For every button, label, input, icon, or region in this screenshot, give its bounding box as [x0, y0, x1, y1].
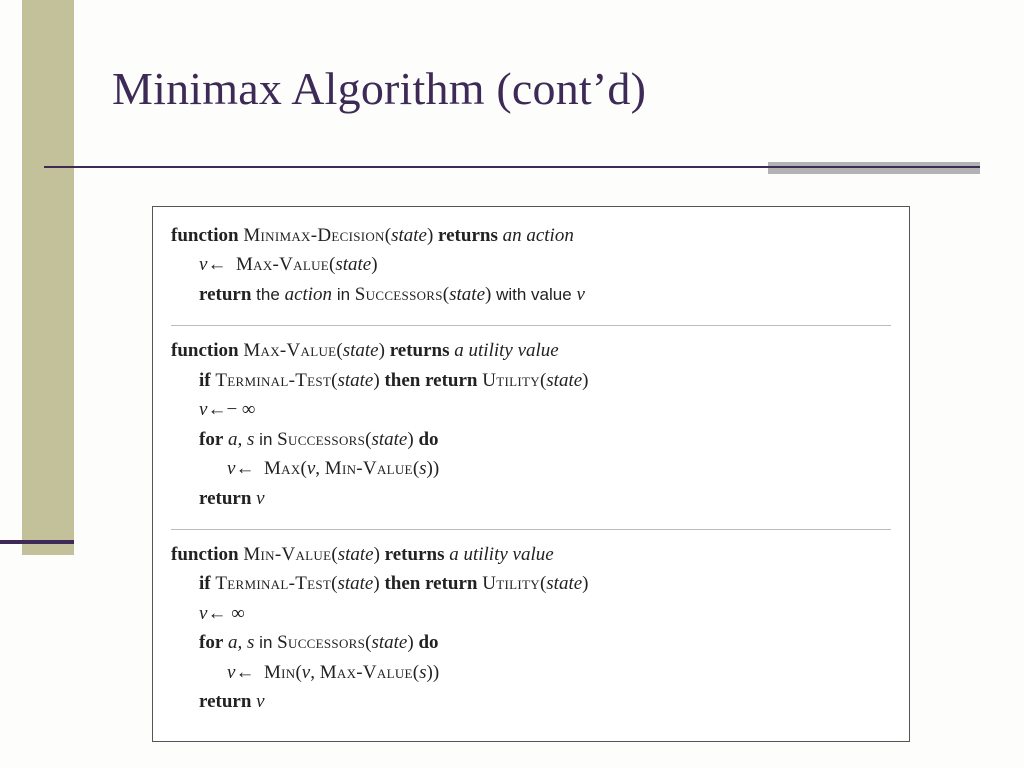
kw-if: if: [199, 370, 211, 391]
if-line: if Terminal-Test(state) then return Util…: [171, 569, 891, 598]
ret-desc: a utility value: [454, 340, 558, 361]
fn-name: Max-Value: [243, 340, 336, 361]
assign-line: v←− ∞: [171, 395, 891, 424]
call-max: Max: [264, 458, 301, 479]
arrow-icon: ←: [207, 603, 226, 624]
title-rule: [44, 166, 980, 168]
arrow-icon: ←: [235, 662, 254, 683]
kw-return: return: [199, 284, 251, 305]
slide: Minimax Algorithm (cont’d) function Mini…: [0, 0, 1024, 768]
if-line: if Terminal-Test(state) then return Util…: [171, 366, 891, 395]
arg-state: state: [337, 370, 373, 391]
ret-desc: a utility value: [449, 544, 553, 565]
kw-do: do: [418, 632, 438, 653]
var-v: v: [256, 691, 264, 712]
assign-line: v← Max-Value(state): [171, 250, 891, 279]
comma: ,: [315, 458, 320, 479]
function-minimax-decision: function Minimax-Decision(state) returns…: [171, 217, 891, 319]
word-with-value: with value: [496, 285, 572, 304]
var-s: s: [419, 458, 426, 479]
function-max-value: function Max-Value(state) returns a util…: [171, 332, 891, 523]
var-v: v: [302, 662, 310, 683]
kw-returns: returns: [385, 544, 445, 565]
title-rule-grey: [768, 162, 980, 174]
for-line: for a, s in Successors(state) do: [171, 425, 891, 454]
kw-returns: returns: [438, 225, 498, 246]
arg-state: state: [546, 370, 582, 391]
arg-state: state: [337, 573, 373, 594]
neg-inf: − ∞: [226, 399, 255, 420]
arg-state: state: [371, 632, 407, 653]
arrow-icon: ←: [207, 399, 226, 420]
word-in: in: [337, 285, 350, 304]
kw-for: for: [199, 632, 223, 653]
call-min: Min: [264, 662, 296, 683]
word-action: action: [285, 284, 333, 305]
divider: [171, 529, 891, 530]
assign-line: v← ∞: [171, 599, 891, 628]
arg-state: state: [335, 254, 371, 275]
kw-function: function: [171, 544, 239, 565]
var-v: v: [576, 284, 584, 305]
algorithm-box: function Minimax-Decision(state) returns…: [152, 206, 910, 742]
return-line: return v: [171, 484, 891, 513]
call-successors: Successors: [355, 284, 443, 305]
call-successors: Successors: [277, 429, 365, 450]
kw-function: function: [171, 340, 239, 361]
inner-assign-line: v← Max(v, Min-Value(s)): [171, 454, 891, 483]
vars-as: a, s: [228, 632, 254, 653]
call-successors: Successors: [277, 632, 365, 653]
kw-for: for: [199, 429, 223, 450]
kw-if: if: [199, 573, 211, 594]
slide-title: Minimax Algorithm (cont’d): [112, 62, 646, 115]
call-terminal-test: Terminal-Test: [215, 370, 331, 391]
arg-state: state: [546, 573, 582, 594]
kw-return: return: [199, 691, 251, 712]
fn-arg: state: [343, 340, 379, 361]
fn-arg: state: [391, 225, 427, 246]
fn-arg: state: [338, 544, 374, 565]
sig-line: function Min-Value(state) returns a util…: [171, 540, 891, 569]
inf: ∞: [231, 603, 245, 624]
call-utility: Utility: [482, 370, 540, 391]
arrow-icon: ←: [235, 458, 254, 479]
fn-name: Minimax-Decision: [243, 225, 384, 246]
inner-assign-line: v← Min(v, Max-Value(s)): [171, 658, 891, 687]
fn-name: Min-Value: [243, 544, 331, 565]
arg-state: state: [449, 284, 485, 305]
divider: [171, 325, 891, 326]
call-terminal-test: Terminal-Test: [215, 573, 331, 594]
sidebar-decoration: [22, 0, 74, 555]
word-in: in: [259, 633, 272, 652]
sidebar-accent: [0, 540, 74, 544]
return-line: return v: [171, 687, 891, 716]
comma: ,: [310, 662, 315, 683]
var-s: s: [419, 662, 426, 683]
kw-return: return: [199, 488, 251, 509]
for-line: for a, s in Successors(state) do: [171, 628, 891, 657]
word-the: the: [256, 285, 280, 304]
var-v: v: [256, 488, 264, 509]
call-max-value: Max-Value: [320, 662, 413, 683]
kw-returns: returns: [390, 340, 450, 361]
arg-state: state: [371, 429, 407, 450]
ret-desc: an action: [503, 225, 574, 246]
arrow-icon: ←: [207, 254, 226, 275]
sig-line: function Minimax-Decision(state) returns…: [171, 221, 891, 250]
kw-then-return: then return: [384, 573, 477, 594]
call-min-value: Min-Value: [325, 458, 413, 479]
function-min-value: function Min-Value(state) returns a util…: [171, 536, 891, 727]
vars-as: a, s: [228, 429, 254, 450]
call-utility: Utility: [482, 573, 540, 594]
kw-then-return: then return: [384, 370, 477, 391]
sig-line: function Max-Value(state) returns a util…: [171, 336, 891, 365]
return-line: return the action in Successors(state) w…: [171, 280, 891, 309]
word-in: in: [259, 430, 272, 449]
kw-do: do: [418, 429, 438, 450]
call-max-value: Max-Value: [236, 254, 329, 275]
kw-function: function: [171, 225, 239, 246]
